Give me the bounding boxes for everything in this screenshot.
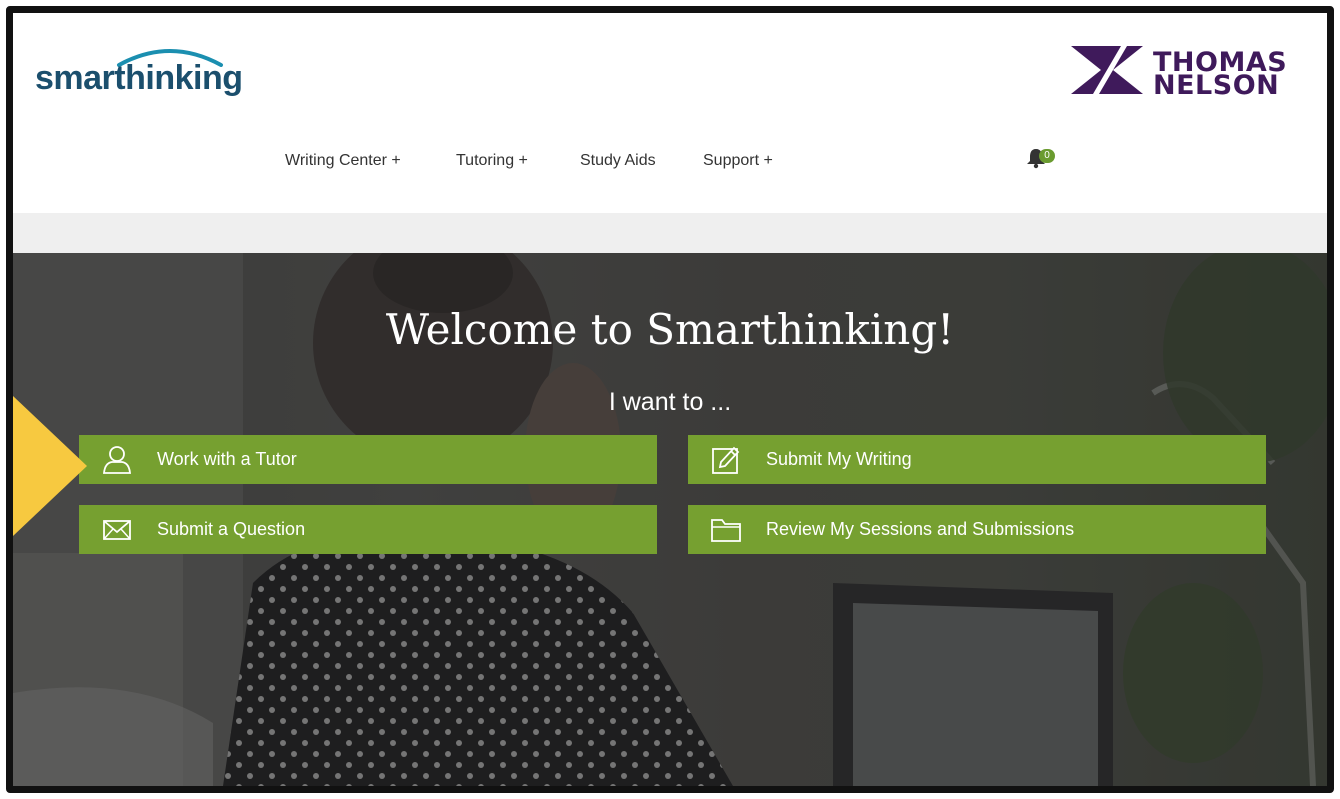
submit-writing-button[interactable]: Submit My Writing bbox=[688, 435, 1266, 484]
envelope-icon bbox=[103, 519, 131, 540]
work-with-tutor-button[interactable]: Work with a Tutor bbox=[79, 435, 657, 484]
main-nav: Writing Center + Tutoring + Study Aids S… bbox=[13, 145, 1327, 177]
thomas-nelson-logo[interactable]: THOMAS NELSON bbox=[1071, 43, 1311, 103]
submit-question-label: Submit a Question bbox=[157, 519, 306, 539]
notification-count-badge: 0 bbox=[1039, 149, 1055, 163]
hero-title: Welcome to Smarthinking! bbox=[385, 305, 955, 354]
user-icon bbox=[103, 445, 131, 474]
hero-section: Welcome to Smarthinking! I want to ... W… bbox=[13, 253, 1327, 786]
partner-name-line2: NELSON bbox=[1153, 70, 1280, 101]
nav-writing-center[interactable]: Writing Center + bbox=[285, 145, 401, 177]
review-sessions-label: Review My Sessions and Submissions bbox=[766, 519, 1075, 539]
folder-icon bbox=[711, 518, 741, 542]
screenshot-frame: smarthinking THOMAS NELSON Writing Cente… bbox=[6, 6, 1334, 793]
submit-question-button[interactable]: Submit a Question bbox=[79, 505, 657, 554]
logo-text: smarthinking bbox=[35, 59, 243, 97]
nav-support[interactable]: Support + bbox=[703, 145, 773, 177]
page: smarthinking THOMAS NELSON Writing Cente… bbox=[13, 13, 1327, 786]
work-with-tutor-label: Work with a Tutor bbox=[157, 449, 297, 469]
annotation-arrow-icon bbox=[13, 396, 87, 536]
edit-icon bbox=[712, 446, 740, 474]
review-sessions-button[interactable]: Review My Sessions and Submissions bbox=[688, 505, 1266, 554]
submit-writing-label: Submit My Writing bbox=[766, 449, 912, 469]
header-divider bbox=[13, 213, 1327, 253]
smarthinking-logo[interactable]: smarthinking bbox=[35, 45, 255, 105]
site-header: smarthinking THOMAS NELSON Writing Cente… bbox=[13, 13, 1327, 213]
nav-study-aids[interactable]: Study Aids bbox=[580, 145, 656, 177]
hero-subtitle: I want to ... bbox=[608, 388, 732, 416]
nav-tutoring[interactable]: Tutoring + bbox=[456, 145, 528, 177]
partner-mark-icon bbox=[1071, 46, 1143, 94]
notifications-button[interactable]: 0 bbox=[1025, 145, 1065, 171]
